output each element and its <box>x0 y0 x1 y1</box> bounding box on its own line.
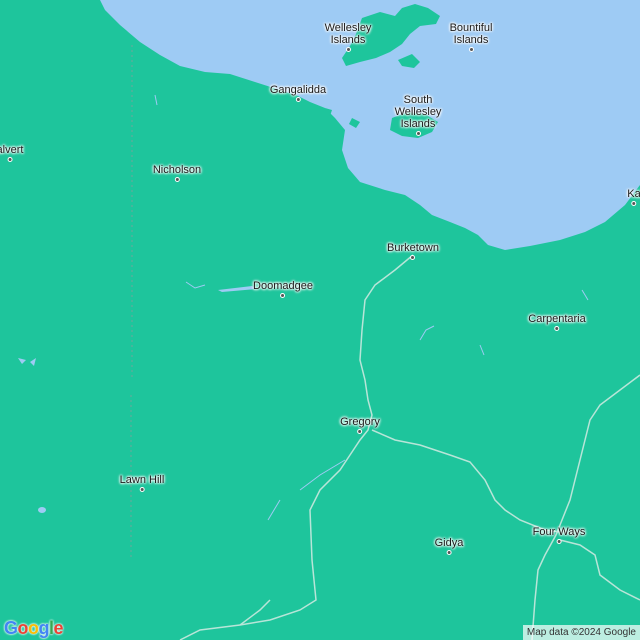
place-label: Doomadgee <box>253 280 313 292</box>
place-wellesley-islands[interactable]: Wellesley Islands <box>318 22 378 52</box>
place-label: alvert <box>0 144 24 156</box>
place-south-wellesley-islands[interactable]: South Wellesley Islands <box>389 94 447 136</box>
place-label: Burketown <box>387 242 439 254</box>
place-marker <box>357 429 363 434</box>
place-marker <box>174 177 180 182</box>
place-label: Bountiful Islands <box>449 22 493 46</box>
place-label: Ka <box>627 188 640 200</box>
place-marker <box>554 326 560 331</box>
place-marker <box>410 255 416 260</box>
place-label: Carpentaria <box>528 313 586 325</box>
place-label: Gangalidda <box>269 84 327 96</box>
place-gregory[interactable]: Gregory <box>340 416 380 434</box>
place-marker <box>631 201 637 206</box>
place-marker <box>446 550 452 555</box>
place-label: Wellesley Islands <box>324 22 372 46</box>
place-label: South Wellesley Islands <box>394 94 442 130</box>
place-marker <box>556 539 562 544</box>
place-nicholson[interactable]: Nicholson <box>153 164 201 182</box>
place-four-ways[interactable]: Four Ways <box>532 526 586 544</box>
place-marker <box>295 97 301 102</box>
place-gidya[interactable]: Gidya <box>434 537 464 555</box>
place-doomadgee[interactable]: Doomadgee <box>253 280 313 298</box>
map-attribution[interactable]: Map data ©2024 Google <box>522 625 640 640</box>
place-lawn-hill[interactable]: Lawn Hill <box>119 474 165 492</box>
place-burketown[interactable]: Burketown <box>387 242 439 260</box>
place-label: Gidya <box>434 537 464 549</box>
place-carpentaria[interactable]: Carpentaria <box>528 313 586 331</box>
place-label: Four Ways <box>532 526 586 538</box>
place-marker <box>139 487 145 492</box>
place-marker <box>7 157 13 162</box>
place-bountiful-islands[interactable]: Bountiful Islands <box>441 22 501 52</box>
place-calvert[interactable]: alvert <box>0 144 23 162</box>
lake <box>38 507 46 513</box>
google-logo[interactable]: Google <box>4 618 64 639</box>
place-label: Gregory <box>340 416 380 428</box>
place-marker <box>468 47 474 52</box>
place-gangalidda[interactable]: Gangalidda <box>270 84 326 102</box>
place-label: Nicholson <box>152 164 202 176</box>
place-marker <box>415 131 421 136</box>
place-ka[interactable]: Ka <box>627 188 640 206</box>
place-marker <box>280 293 286 298</box>
place-marker <box>345 47 351 52</box>
place-label: Lawn Hill <box>119 474 165 486</box>
